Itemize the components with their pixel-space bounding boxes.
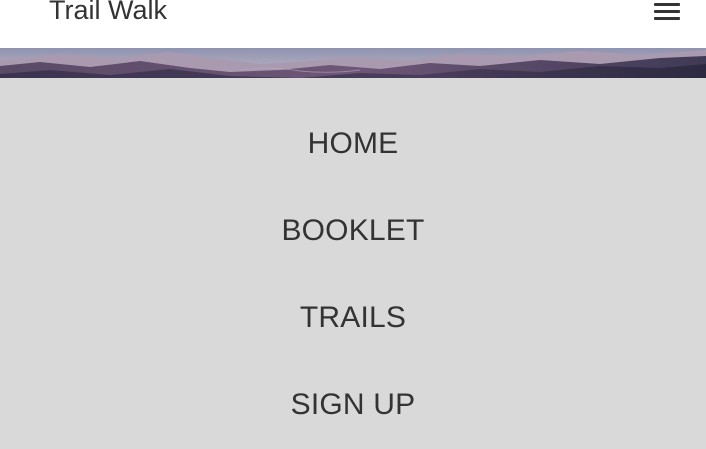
hero-image (0, 48, 706, 78)
nav-item-booklet[interactable]: BOOKLET (0, 211, 706, 251)
hamburger-menu-icon[interactable] (650, 0, 684, 24)
menu-bar-top (654, 3, 680, 6)
nav-item-home[interactable]: HOME (0, 124, 706, 164)
site-header: Trail Walk (0, 0, 706, 48)
site-title[interactable]: Trail Walk (49, 0, 167, 30)
nav-item-trails[interactable]: TRAILS (0, 298, 706, 338)
menu-bar-middle (654, 10, 680, 13)
nav-menu: HOME BOOKLET TRAILS SIGN UP (0, 78, 706, 449)
menu-bar-bottom (654, 17, 680, 20)
nav-item-sign-up[interactable]: SIGN UP (0, 385, 706, 425)
mountain-landscape-image (0, 48, 706, 78)
